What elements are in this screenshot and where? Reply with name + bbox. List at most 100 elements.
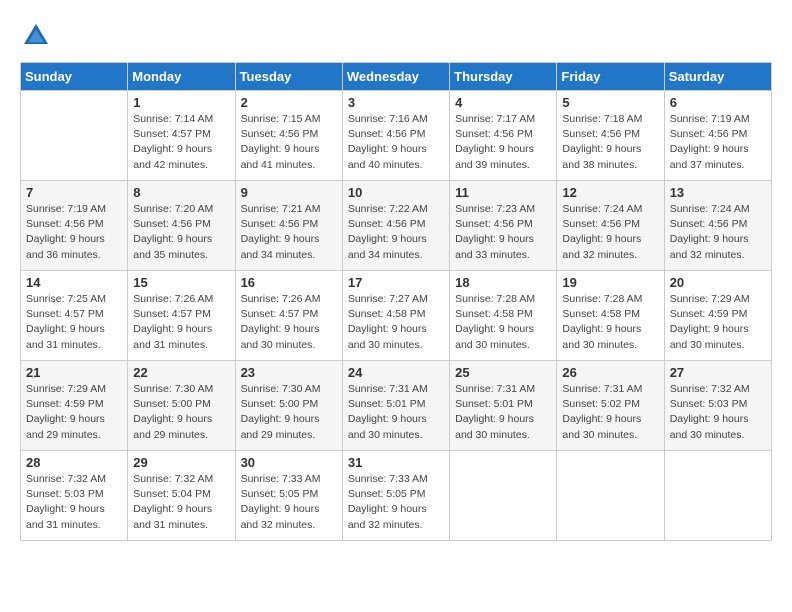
calendar-header-monday: Monday	[128, 63, 235, 91]
calendar-cell: 18Sunrise: 7:28 AM Sunset: 4:58 PM Dayli…	[450, 271, 557, 361]
day-number: 21	[26, 365, 122, 380]
calendar-cell: 23 Sunrise: 7:30 AM Sunset: 5:00 PM Dayli…	[235, 361, 342, 451]
calendar-cell: 29Sunrise: 7:32 AM Sunset: 5:04 PM Dayli…	[128, 451, 235, 541]
day-info: Sunrise: 7:29 AM Sunset: 4:59 PM Dayligh…	[26, 382, 122, 443]
calendar-cell: 31 Sunrise: 7:33 AM Sunset: 5:05 PM Dayli…	[342, 451, 449, 541]
day-number: 11	[455, 185, 551, 200]
calendar-table: SundayMondayTuesdayWednesdayThursdayFrid…	[20, 62, 772, 541]
day-number: 22	[133, 365, 229, 380]
calendar-header-friday: Friday	[557, 63, 664, 91]
day-info: Sunrise: 7:24 AM Sunset: 4:56 PM Dayligh…	[562, 202, 658, 263]
day-number: 9	[241, 185, 337, 200]
page-header	[20, 20, 772, 52]
day-info: Sunrise: 7:30 AM Sunset: 5:00 PM Dayligh…	[133, 382, 229, 443]
day-number: 26	[562, 365, 658, 380]
calendar-cell: 16 Sunrise: 7:26 AM Sunset: 4:57 PM Dayli…	[235, 271, 342, 361]
day-info: Sunrise: 7:25 AM Sunset: 4:57 PM Dayligh…	[26, 292, 122, 353]
day-info: Sunrise: 7:20 AM Sunset: 4:56 PM Dayligh…	[133, 202, 229, 263]
day-info: Sunrise: 7:28 AM Sunset: 4:58 PM Dayligh…	[455, 292, 551, 353]
day-number: 19	[562, 275, 658, 290]
day-info: Sunrise: 7:19 AM Sunset: 4:56 PM Dayligh…	[670, 112, 766, 173]
calendar-cell: 3 Sunrise: 7:16 AM Sunset: 4:56 PM Daylig…	[342, 91, 449, 181]
day-info: Sunrise: 7:33 AM Sunset: 5:05 PM Dayligh…	[348, 472, 444, 533]
calendar-cell: 19 Sunrise: 7:28 AM Sunset: 4:58 PM Dayli…	[557, 271, 664, 361]
calendar-cell: 15 Sunrise: 7:26 AM Sunset: 4:57 PM Dayli…	[128, 271, 235, 361]
calendar-cell: 28 Sunrise: 7:32 AM Sunset: 5:03 PM Dayli…	[21, 451, 128, 541]
day-info: Sunrise: 7:19 AM Sunset: 4:56 PM Dayligh…	[26, 202, 122, 263]
day-number: 4	[455, 95, 551, 110]
calendar-cell: 25Sunrise: 7:31 AM Sunset: 5:01 PM Dayli…	[450, 361, 557, 451]
calendar-cell: 17 Sunrise: 7:27 AM Sunset: 4:58 PM Dayli…	[342, 271, 449, 361]
calendar-week-row: 7 Sunrise: 7:19 AM Sunset: 4:56 PM Daylig…	[21, 181, 772, 271]
day-number: 17	[348, 275, 444, 290]
logo	[20, 20, 58, 52]
calendar-cell: 7 Sunrise: 7:19 AM Sunset: 4:56 PM Daylig…	[21, 181, 128, 271]
day-info: Sunrise: 7:32 AM Sunset: 5:03 PM Dayligh…	[670, 382, 766, 443]
day-number: 28	[26, 455, 122, 470]
day-info: Sunrise: 7:28 AM Sunset: 4:58 PM Dayligh…	[562, 292, 658, 353]
day-number: 12	[562, 185, 658, 200]
day-info: Sunrise: 7:32 AM Sunset: 5:04 PM Dayligh…	[133, 472, 229, 533]
calendar-cell	[664, 451, 771, 541]
day-number: 23	[241, 365, 337, 380]
calendar-week-row: 28 Sunrise: 7:32 AM Sunset: 5:03 PM Dayli…	[21, 451, 772, 541]
day-info: Sunrise: 7:18 AM Sunset: 4:56 PM Dayligh…	[562, 112, 658, 173]
day-number: 6	[670, 95, 766, 110]
day-info: Sunrise: 7:23 AM Sunset: 4:56 PM Dayligh…	[455, 202, 551, 263]
calendar-cell: 8 Sunrise: 7:20 AM Sunset: 4:56 PM Daylig…	[128, 181, 235, 271]
day-info: Sunrise: 7:14 AM Sunset: 4:57 PM Dayligh…	[133, 112, 229, 173]
day-info: Sunrise: 7:24 AM Sunset: 4:56 PM Dayligh…	[670, 202, 766, 263]
day-info: Sunrise: 7:31 AM Sunset: 5:01 PM Dayligh…	[455, 382, 551, 443]
day-number: 16	[241, 275, 337, 290]
calendar-cell: 12 Sunrise: 7:24 AM Sunset: 4:56 PM Dayli…	[557, 181, 664, 271]
day-info: Sunrise: 7:27 AM Sunset: 4:58 PM Dayligh…	[348, 292, 444, 353]
calendar-cell	[557, 451, 664, 541]
day-info: Sunrise: 7:30 AM Sunset: 5:00 PM Dayligh…	[241, 382, 337, 443]
day-info: Sunrise: 7:22 AM Sunset: 4:56 PM Dayligh…	[348, 202, 444, 263]
calendar-cell: 2 Sunrise: 7:15 AM Sunset: 4:56 PM Daylig…	[235, 91, 342, 181]
calendar-cell: 10Sunrise: 7:22 AM Sunset: 4:56 PM Dayli…	[342, 181, 449, 271]
day-number: 2	[241, 95, 337, 110]
day-info: Sunrise: 7:32 AM Sunset: 5:03 PM Dayligh…	[26, 472, 122, 533]
calendar-cell: 1 Sunrise: 7:14 AM Sunset: 4:57 PM Daylig…	[128, 91, 235, 181]
day-info: Sunrise: 7:16 AM Sunset: 4:56 PM Dayligh…	[348, 112, 444, 173]
calendar-header-sunday: Sunday	[21, 63, 128, 91]
calendar-cell: 6 Sunrise: 7:19 AM Sunset: 4:56 PM Daylig…	[664, 91, 771, 181]
calendar-cell: 27 Sunrise: 7:32 AM Sunset: 5:03 PM Dayli…	[664, 361, 771, 451]
day-number: 13	[670, 185, 766, 200]
day-number: 20	[670, 275, 766, 290]
day-number: 5	[562, 95, 658, 110]
calendar-week-row: 21 Sunrise: 7:29 AM Sunset: 4:59 PM Dayli…	[21, 361, 772, 451]
calendar-cell: 26 Sunrise: 7:31 AM Sunset: 5:02 PM Dayli…	[557, 361, 664, 451]
calendar-cell: 22 Sunrise: 7:30 AM Sunset: 5:00 PM Dayli…	[128, 361, 235, 451]
calendar-header-row: SundayMondayTuesdayWednesdayThursdayFrid…	[21, 63, 772, 91]
day-info: Sunrise: 7:31 AM Sunset: 5:01 PM Dayligh…	[348, 382, 444, 443]
day-info: Sunrise: 7:26 AM Sunset: 4:57 PM Dayligh…	[133, 292, 229, 353]
day-info: Sunrise: 7:17 AM Sunset: 4:56 PM Dayligh…	[455, 112, 551, 173]
day-number: 8	[133, 185, 229, 200]
calendar-week-row: 14 Sunrise: 7:25 AM Sunset: 4:57 PM Dayli…	[21, 271, 772, 361]
calendar-cell	[450, 451, 557, 541]
day-info: Sunrise: 7:15 AM Sunset: 4:56 PM Dayligh…	[241, 112, 337, 173]
day-number: 1	[133, 95, 229, 110]
calendar-cell: 4 Sunrise: 7:17 AM Sunset: 4:56 PM Daylig…	[450, 91, 557, 181]
day-number: 3	[348, 95, 444, 110]
day-number: 15	[133, 275, 229, 290]
calendar-cell: 30Sunrise: 7:33 AM Sunset: 5:05 PM Dayli…	[235, 451, 342, 541]
day-info: Sunrise: 7:33 AM Sunset: 5:05 PM Dayligh…	[241, 472, 337, 533]
day-number: 7	[26, 185, 122, 200]
calendar-cell: 24 Sunrise: 7:31 AM Sunset: 5:01 PM Dayli…	[342, 361, 449, 451]
day-number: 24	[348, 365, 444, 380]
day-number: 27	[670, 365, 766, 380]
day-info: Sunrise: 7:26 AM Sunset: 4:57 PM Dayligh…	[241, 292, 337, 353]
day-info: Sunrise: 7:29 AM Sunset: 4:59 PM Dayligh…	[670, 292, 766, 353]
calendar-header-tuesday: Tuesday	[235, 63, 342, 91]
calendar-cell: 9 Sunrise: 7:21 AM Sunset: 4:56 PM Daylig…	[235, 181, 342, 271]
day-number: 14	[26, 275, 122, 290]
calendar-cell: 11 Sunrise: 7:23 AM Sunset: 4:56 PM Dayli…	[450, 181, 557, 271]
day-info: Sunrise: 7:21 AM Sunset: 4:56 PM Dayligh…	[241, 202, 337, 263]
calendar-header-saturday: Saturday	[664, 63, 771, 91]
day-number: 31	[348, 455, 444, 470]
calendar-header-wednesday: Wednesday	[342, 63, 449, 91]
day-info: Sunrise: 7:31 AM Sunset: 5:02 PM Dayligh…	[562, 382, 658, 443]
